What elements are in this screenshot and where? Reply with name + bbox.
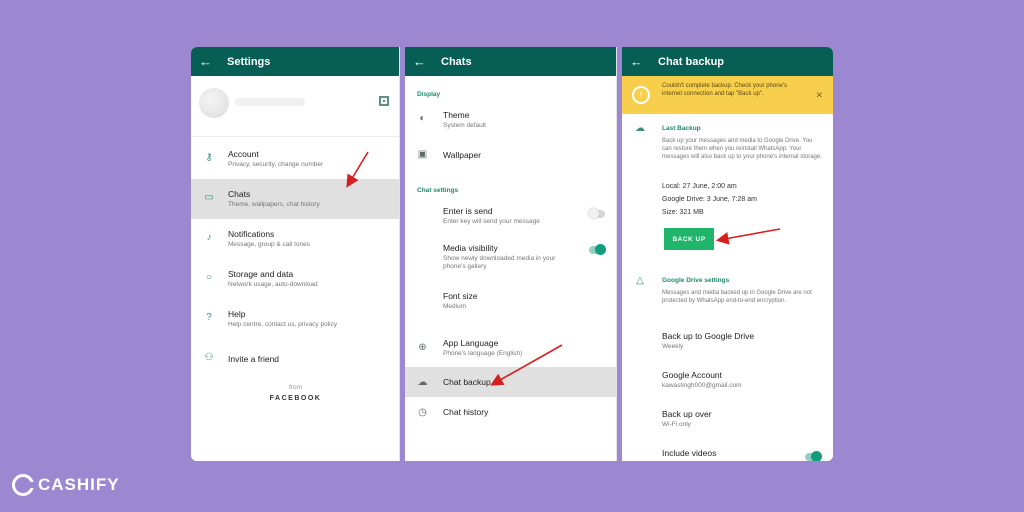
chat-settings-section-label: Chat settings	[417, 187, 459, 194]
item-subtitle: Medium	[443, 303, 467, 310]
settings-item-storage[interactable]: ○ Storage and data Network usage, auto-d…	[191, 259, 399, 299]
font-size-setting[interactable]: Font size Medium	[405, 289, 616, 317]
backup-app-bar: ← Chat backup	[622, 47, 833, 76]
settings-item-invite[interactable]: ⚇ Invite a friend	[191, 339, 399, 379]
backup-error-banner: ! Couldn't complete backup. Check your p…	[622, 76, 833, 114]
item-title: Help	[228, 309, 246, 319]
from-label: from	[289, 384, 302, 391]
settings-app-bar: ← Settings	[191, 47, 399, 76]
item-title: Include videos	[662, 448, 717, 458]
warning-icon: !	[632, 86, 650, 104]
enter-is-send-toggle[interactable]	[588, 208, 605, 219]
item-subtitle: Enter key will send your message	[443, 218, 540, 225]
help-icon: ?	[206, 312, 212, 323]
local-backup-time: Local: 27 June, 2:00 am	[662, 183, 737, 190]
screenshot-collage: ← Settings ⚷ Account Privacy, security, …	[191, 47, 833, 461]
cloud-upload-icon: ☁	[635, 123, 645, 134]
item-subtitle: Wi-Fi only	[662, 421, 691, 428]
backup-size: Size: 321 MB	[662, 209, 704, 216]
item-title: Account	[228, 149, 259, 159]
item-subtitle: Privacy, security, change number	[228, 161, 324, 168]
facebook-brand: FACEBOOK	[269, 395, 322, 402]
divider	[191, 136, 399, 137]
globe-icon: ⊕	[418, 342, 427, 353]
item-subtitle: Help centre, contact us, privacy policy	[228, 321, 338, 328]
back-up-button[interactable]: BACK UP	[664, 228, 714, 250]
app-language-setting[interactable]: ⊕ App Language Phone's language (English…	[405, 336, 616, 364]
cloud-upload-icon: ☁	[417, 377, 428, 388]
item-subtitle: Weekly	[662, 343, 684, 350]
item-title: Notifications	[228, 229, 275, 239]
item-subtitle: Message, group & call tones	[228, 241, 311, 248]
wallpaper-icon: ▣	[417, 149, 428, 160]
theme-setting[interactable]: ◐ Theme System default	[405, 107, 616, 135]
item-subtitle: kawastingh000@gmail.com	[662, 382, 742, 389]
back-arrow-icon[interactable]: ←	[413, 55, 435, 68]
drive-backup-time: Google Drive: 3 June, 7:28 am	[662, 196, 757, 203]
item-title: Font size	[443, 291, 478, 301]
item-subtitle: Show newly downloaded media in your	[443, 255, 556, 262]
backup-title: Chat backup	[658, 55, 725, 68]
history-icon: ◷	[418, 407, 427, 418]
back-arrow-icon[interactable]: ←	[199, 55, 221, 68]
google-drive-description: Messages and media backed up in Google D…	[662, 290, 812, 304]
item-title: Invite a friend	[228, 354, 280, 364]
chat-backup-setting[interactable]: ☁ Chat backup	[405, 373, 616, 393]
profile-name-blurred	[235, 98, 305, 106]
item-title: Media visibility	[443, 243, 498, 253]
item-title: Chat backup	[443, 377, 491, 387]
cashify-c-icon	[12, 474, 35, 496]
item-subtitle: phone's gallery	[443, 263, 487, 270]
enter-is-send-setting[interactable]: Enter is send Enter key will send your m…	[405, 204, 616, 232]
data-icon: ○	[205, 272, 213, 283]
settings-item-chats[interactable]: ▭ Chats Theme, wallpapers, chat history	[191, 179, 399, 219]
cashify-logo: CASHIFY	[12, 474, 120, 496]
display-section-label: Display	[417, 91, 441, 98]
key-icon: ⚷	[205, 152, 213, 163]
settings-item-help[interactable]: ? Help Help centre, contact us, privacy …	[191, 299, 399, 339]
chats-screen: ← Chats Display ◐ Theme System default ▣…	[405, 47, 617, 461]
settings-item-notifications[interactable]: ♪ Notifications Message, group & call to…	[191, 219, 399, 259]
bell-icon: ♪	[206, 232, 212, 243]
chats-title: Chats	[441, 55, 472, 68]
google-drive-settings-label: Google Drive settings	[662, 277, 730, 284]
item-title: Back up over	[662, 409, 712, 419]
item-title: Back up to Google Drive	[662, 331, 755, 341]
qr-code-icon[interactable]	[379, 96, 389, 106]
chat-icon: ▭	[204, 192, 214, 203]
settings-screen: ← Settings ⚷ Account Privacy, security, …	[191, 47, 400, 461]
item-subtitle: Theme, wallpapers, chat history	[228, 201, 320, 208]
media-visibility-toggle[interactable]	[589, 244, 606, 255]
item-subtitle: System default	[443, 122, 486, 129]
profile-row[interactable]	[191, 76, 399, 136]
chats-app-bar: ← Chats	[405, 47, 616, 76]
avatar[interactable]	[199, 88, 229, 118]
item-title: Google Account	[662, 370, 723, 380]
item-subtitle: Network usage, auto-download	[228, 281, 318, 288]
banner-text: Couldn't complete backup. Check your pho…	[662, 83, 788, 97]
last-backup-label: Last Backup	[662, 125, 701, 132]
media-visibility-setting[interactable]: Media visibility Show newly downloaded m…	[405, 241, 616, 277]
cashify-wordmark: CASHIFY	[38, 475, 120, 494]
include-videos-toggle[interactable]	[805, 451, 822, 461]
item-title: Storage and data	[228, 269, 294, 279]
item-title: App Language	[443, 338, 499, 348]
item-title: Enter is send	[443, 206, 493, 216]
item-title: Chats	[228, 189, 251, 199]
google-drive-icon: △	[636, 275, 644, 286]
back-arrow-icon[interactable]: ←	[630, 55, 652, 68]
item-subtitle: Phone's language (English)	[443, 350, 523, 357]
last-backup-description: Back up your messages and media to Googl…	[662, 138, 822, 160]
chat-history-setting[interactable]: ◷ Chat history	[405, 403, 616, 423]
item-title: Chat history	[443, 407, 489, 417]
settings-item-account[interactable]: ⚷ Account Privacy, security, change numb…	[191, 139, 399, 179]
theme-icon: ◐	[419, 113, 426, 124]
item-title: Wallpaper	[443, 150, 481, 160]
wallpaper-setting[interactable]: ▣ Wallpaper	[405, 145, 616, 167]
close-icon[interactable]: ✕	[815, 90, 823, 101]
settings-title: Settings	[227, 55, 271, 68]
item-title: Theme	[443, 110, 470, 120]
chat-backup-screen: ← Chat backup ! Couldn't complete backup…	[622, 47, 833, 461]
people-icon: ⚇	[204, 352, 214, 363]
